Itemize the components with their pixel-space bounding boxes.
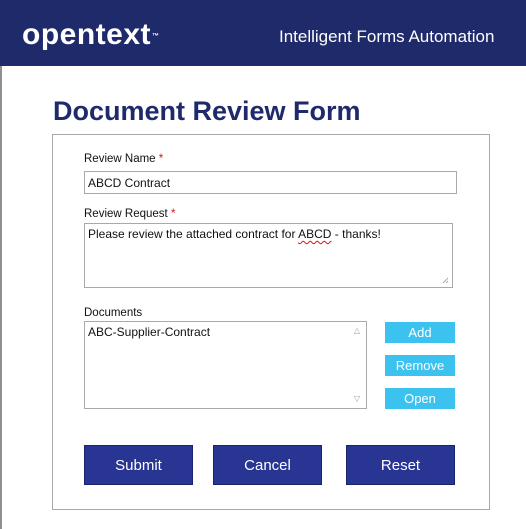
opentext-logo: opentext™: [22, 20, 160, 50]
remove-button[interactable]: Remove: [385, 355, 455, 376]
review-name-label: Review Name *: [84, 153, 163, 165]
review-name-value: ABCD Contract: [88, 176, 171, 190]
add-button[interactable]: Add: [385, 322, 455, 343]
form-panel: Review Name * ABCD Contract Review Reque…: [52, 134, 490, 510]
app-name: Intelligent Forms Automation: [279, 27, 495, 46]
review-request-text: Please review the attached contract for …: [88, 227, 381, 241]
logo-text: opentext: [22, 18, 152, 51]
spellcheck-flagged-word: ABCD: [298, 227, 332, 241]
resize-grip-icon[interactable]: [442, 277, 449, 284]
documents-label: Documents: [84, 307, 143, 319]
review-request-text-suffix: - thanks!: [331, 227, 381, 241]
review-name-label-text: Review Name: [84, 153, 156, 165]
logo-trademark: ™: [152, 33, 160, 40]
review-name-input[interactable]: ABCD Contract: [84, 171, 457, 194]
list-item[interactable]: ABC-Supplier-Contract: [88, 325, 363, 339]
required-mark: *: [170, 208, 176, 220]
submit-button[interactable]: Submit: [84, 445, 193, 485]
review-request-text-prefix: Please review the attached contract for: [88, 227, 299, 241]
form-title: Document Review Form: [53, 96, 361, 126]
app-header: opentext™ Intelligent Forms Automation: [0, 0, 526, 66]
reset-button[interactable]: Reset: [346, 445, 455, 485]
window-frame-left: [0, 0, 2, 529]
cancel-button[interactable]: Cancel: [213, 445, 322, 485]
required-mark: *: [158, 153, 164, 165]
open-button[interactable]: Open: [385, 388, 455, 409]
documents-listbox[interactable]: ABC-Supplier-Contract △ ▽: [84, 321, 367, 409]
review-request-label: Review Request *: [84, 208, 175, 220]
chevron-up-icon[interactable]: △: [352, 326, 362, 336]
review-request-textarea[interactable]: Please review the attached contract for …: [84, 223, 453, 288]
review-request-label-text: Review Request: [84, 208, 168, 220]
chevron-down-icon[interactable]: ▽: [352, 394, 362, 404]
